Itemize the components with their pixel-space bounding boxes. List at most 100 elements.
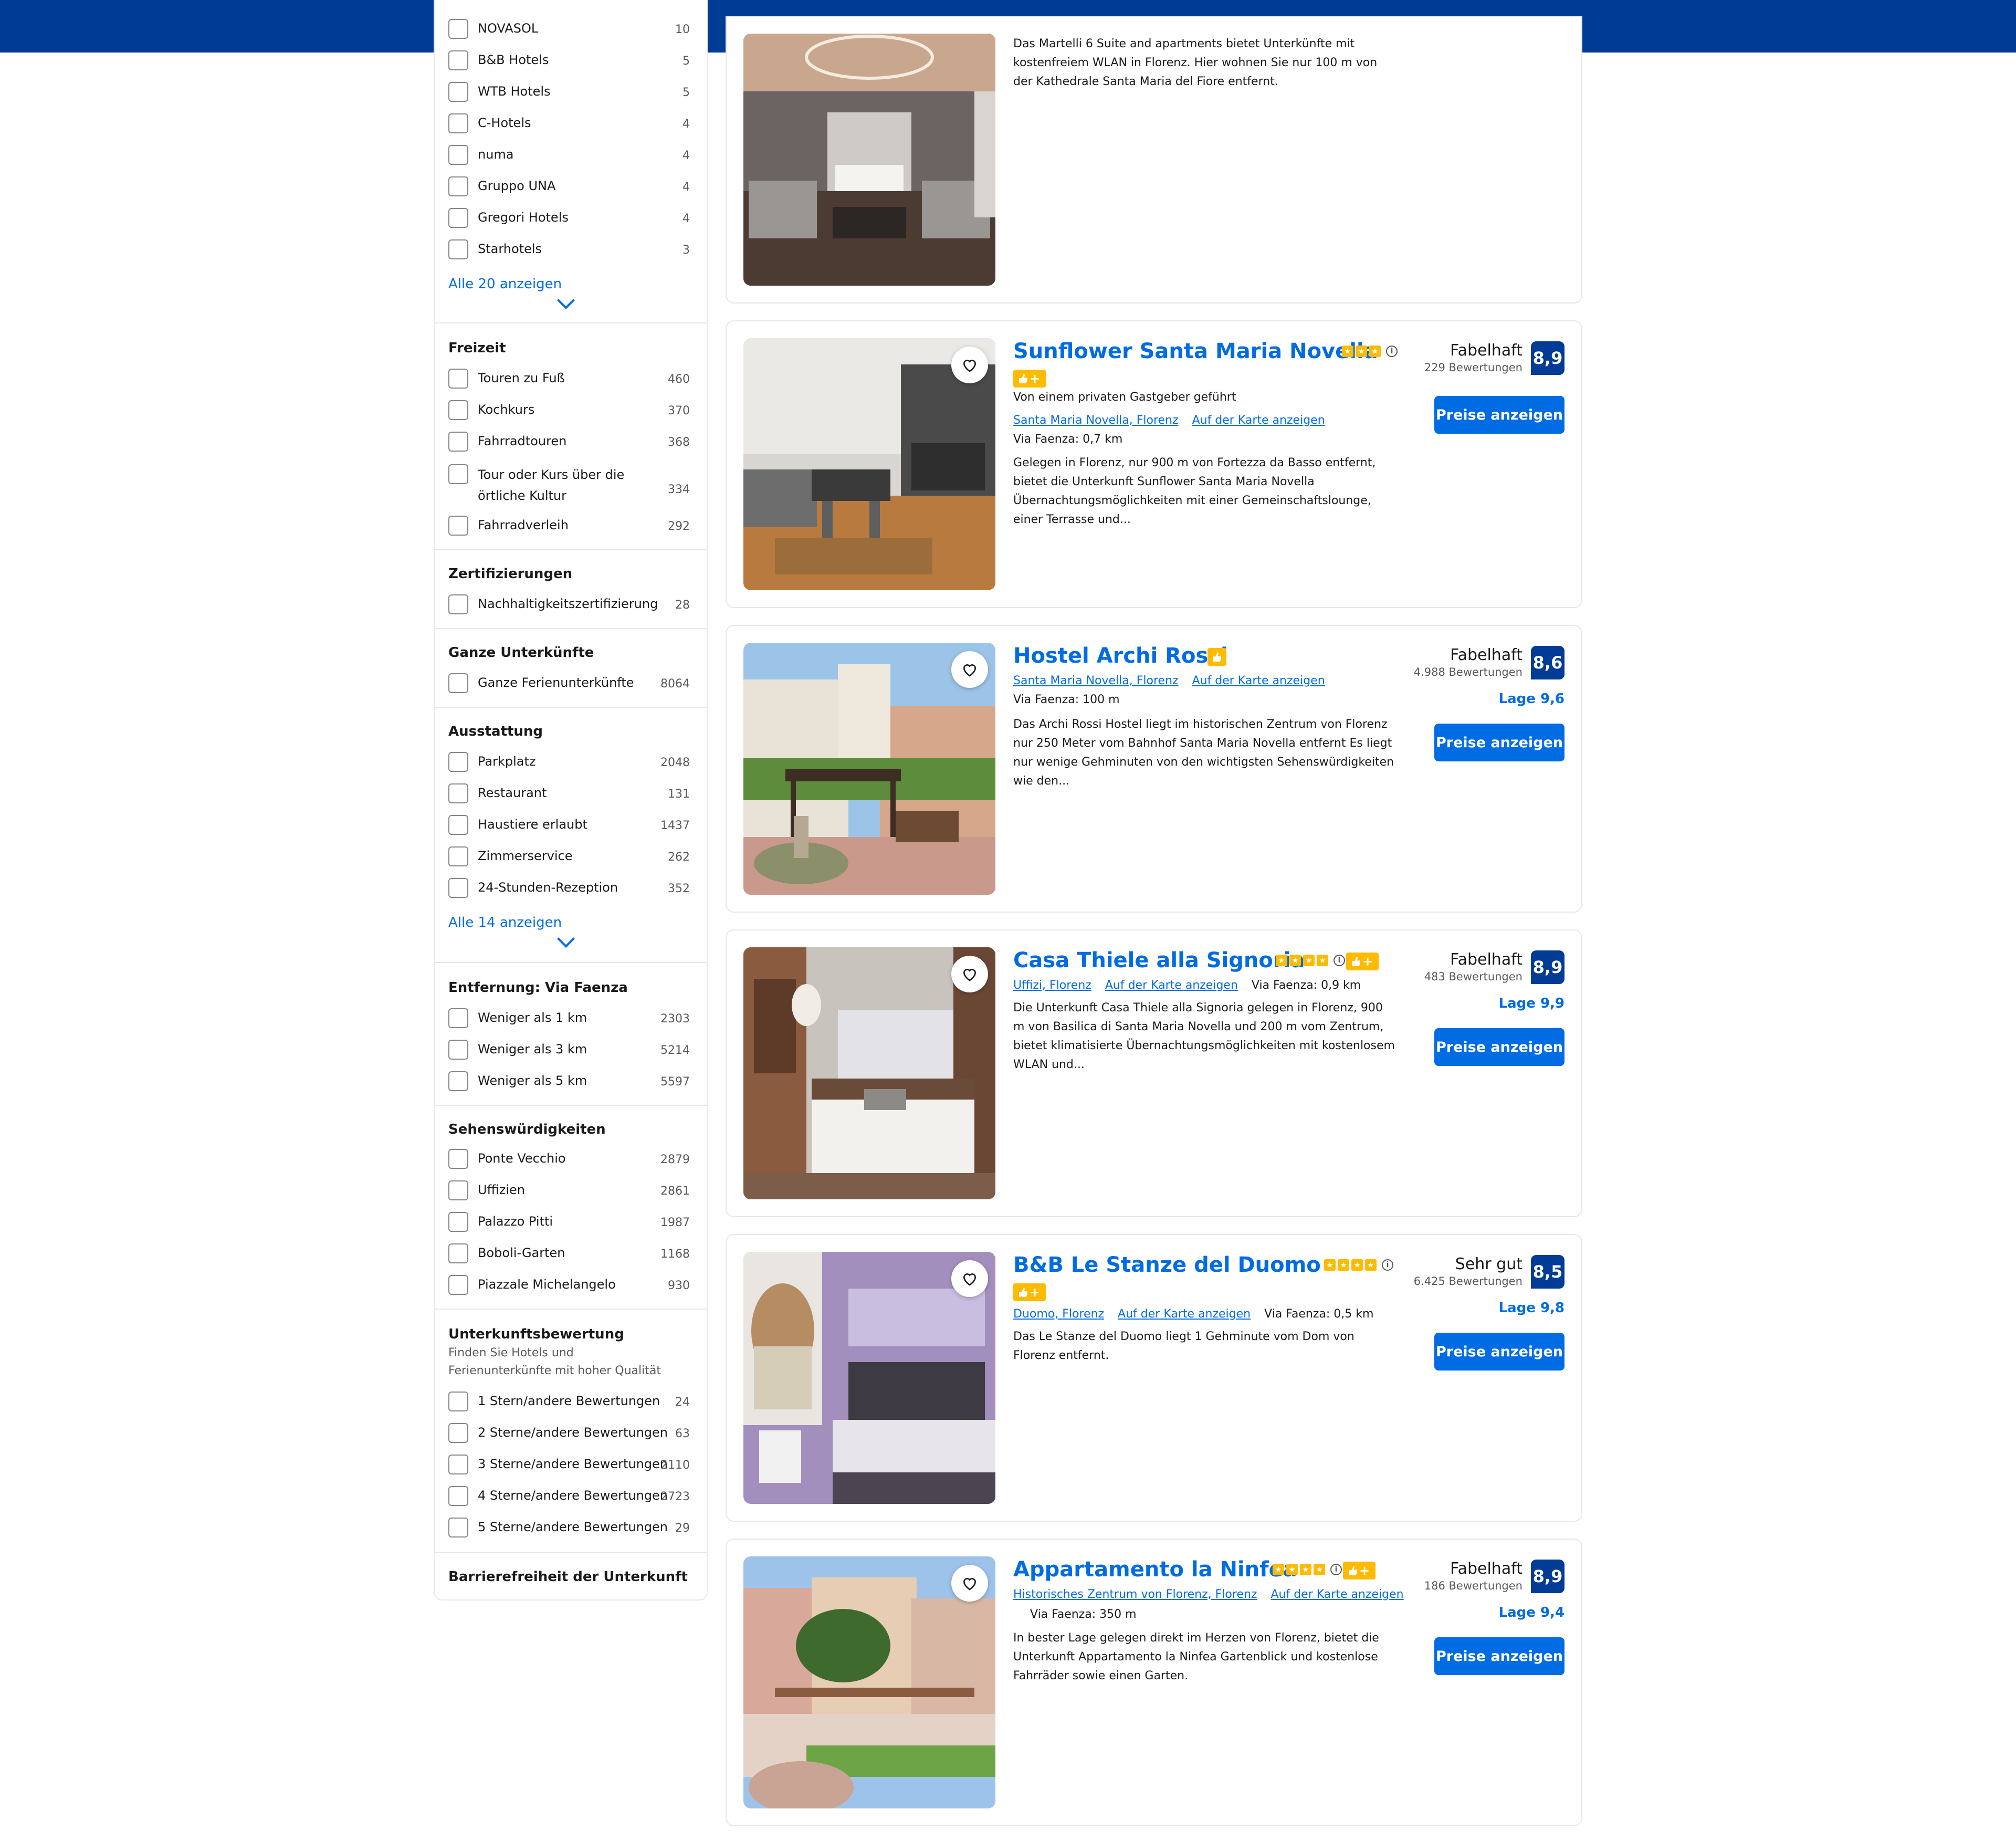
area-link[interactable]: Santa Maria Novella, Florenz <box>1013 414 1179 427</box>
filter-option[interactable]: Weniger als 3 km 5214 <box>448 1039 690 1062</box>
checkbox[interactable] <box>448 1071 468 1091</box>
show-all-amenities-link[interactable]: Alle 14 anzeigen <box>448 915 562 930</box>
filter-option[interactable]: Starhotels 3 <box>448 238 690 261</box>
map-link[interactable]: Auf der Karte anzeigen <box>1192 414 1325 427</box>
filter-option[interactable]: 2 Sterne/andere Bewertungen 63 <box>448 1422 690 1445</box>
filter-option[interactable]: Weniger als 5 km 5597 <box>448 1070 690 1093</box>
checkbox[interactable] <box>448 208 468 228</box>
checkbox[interactable] <box>448 783 468 803</box>
filter-option[interactable]: 24-Stunden-Rezeption 352 <box>448 877 690 900</box>
filter-option[interactable]: B&B Hotels 5 <box>448 49 690 72</box>
checkbox[interactable] <box>448 1518 468 1537</box>
checkbox[interactable] <box>448 673 468 693</box>
map-link[interactable]: Auf der Karte anzeigen <box>1105 979 1238 992</box>
show-prices-button[interactable]: Preise anzeigen <box>1434 396 1564 434</box>
area-link[interactable]: Duomo, Florenz <box>1013 1307 1104 1321</box>
property-title[interactable]: B&B Le Stanze del Duomo <box>1013 1253 1321 1277</box>
map-link[interactable]: Auf der Karte anzeigen <box>1270 1588 1403 1601</box>
show-prices-button[interactable]: Preise anzeigen <box>1434 724 1564 761</box>
checkbox[interactable] <box>448 846 468 866</box>
property-photo[interactable] <box>743 643 995 895</box>
info-icon[interactable]: i <box>1330 1564 1342 1575</box>
property-photo[interactable] <box>743 34 995 286</box>
filter-option[interactable]: Uffizien 2861 <box>448 1179 690 1202</box>
checkbox[interactable] <box>448 1212 468 1232</box>
heart-icon[interactable] <box>951 347 988 383</box>
property-photo[interactable] <box>743 338 995 590</box>
filter-option[interactable]: Kochkurs 370 <box>448 399 690 422</box>
property-title[interactable]: Casa Thiele alla Signoria <box>1013 948 1305 972</box>
heart-icon[interactable] <box>951 1565 988 1602</box>
checkbox[interactable] <box>448 82 468 102</box>
area-link[interactable]: Santa Maria Novella, Florenz <box>1013 674 1179 687</box>
filter-option[interactable]: Nachhaltigkeitszertifizierung 28 <box>448 593 690 616</box>
filter-option[interactable]: NOVASOL 10 <box>448 18 690 41</box>
checkbox[interactable] <box>448 1008 468 1028</box>
checkbox[interactable] <box>448 369 468 389</box>
property-title[interactable]: Appartamento la Ninfea <box>1013 1557 1297 1582</box>
info-icon[interactable]: i <box>1334 955 1345 966</box>
checkbox[interactable] <box>448 1275 468 1295</box>
heart-icon[interactable] <box>951 651 988 688</box>
map-link[interactable]: Auf der Karte anzeigen <box>1192 674 1325 687</box>
checkbox[interactable] <box>448 145 468 165</box>
checkbox[interactable] <box>448 113 468 133</box>
checkbox[interactable] <box>448 1455 468 1474</box>
show-prices-button[interactable]: Preise anzeigen <box>1434 1028 1564 1066</box>
property-photo[interactable] <box>743 1556 995 1808</box>
property-title[interactable]: Hostel Archi Rossi <box>1013 644 1228 668</box>
filter-option[interactable]: Boboli-Garten 1168 <box>448 1242 690 1265</box>
checkbox[interactable] <box>448 464 468 484</box>
filter-option[interactable]: 4 Sterne/andere Bewertungen 2723 <box>448 1485 690 1508</box>
filter-option[interactable]: Ponte Vecchio 2879 <box>448 1148 690 1171</box>
heart-icon[interactable] <box>951 1260 988 1297</box>
checkbox[interactable] <box>448 1243 468 1263</box>
filter-option[interactable]: 5 Sterne/andere Bewertungen 29 <box>448 1516 690 1540</box>
filter-option[interactable]: 1 Stern/andere Bewertungen 24 <box>448 1390 690 1414</box>
filter-option[interactable]: Fahrradtouren 368 <box>448 431 690 454</box>
chevron-down-icon[interactable] <box>557 291 575 309</box>
checkbox[interactable] <box>448 1392 468 1411</box>
checkbox[interactable] <box>448 815 468 835</box>
filter-option[interactable]: Parkplatz 2048 <box>448 751 690 774</box>
property-title[interactable]: Sunflower Santa Maria Novella <box>1013 339 1378 363</box>
checkbox[interactable] <box>448 1423 468 1443</box>
map-link[interactable]: Auf der Karte anzeigen <box>1118 1307 1251 1321</box>
area-link[interactable]: Uffizi, Florenz <box>1013 979 1091 992</box>
show-all-chains-link[interactable]: Alle 20 anzeigen <box>448 276 562 292</box>
checkbox[interactable] <box>448 19 468 39</box>
filter-option[interactable]: C-Hotels 4 <box>448 112 690 135</box>
checkbox[interactable] <box>448 878 468 898</box>
checkbox[interactable] <box>448 50 468 70</box>
info-icon[interactable]: i <box>1382 1259 1393 1271</box>
filter-option[interactable]: WTB Hotels 5 <box>448 81 690 104</box>
info-icon[interactable]: i <box>1386 346 1398 357</box>
checkbox[interactable] <box>448 1040 468 1060</box>
show-prices-button[interactable]: Preise anzeigen <box>1434 1333 1564 1371</box>
checkbox[interactable] <box>448 516 468 536</box>
filter-option[interactable]: 3 Sterne/andere Bewertungen 2110 <box>448 1453 690 1477</box>
filter-option[interactable]: Piazzale Michelangelo 930 <box>448 1274 690 1297</box>
property-photo[interactable] <box>743 947 995 1199</box>
filter-option[interactable]: Tour oder Kurs über die örtliche Kultur 3… <box>448 464 690 503</box>
checkbox[interactable] <box>448 1149 468 1169</box>
filter-option[interactable]: Palazzo Pitti 1987 <box>448 1211 690 1234</box>
filter-option[interactable]: Haustiere erlaubt 1437 <box>448 814 690 837</box>
filter-option[interactable]: Restaurant 131 <box>448 782 690 806</box>
checkbox[interactable] <box>448 752 468 772</box>
filter-option[interactable]: Gruppo UNA 4 <box>448 175 690 198</box>
filter-heading[interactable]: Barrierefreiheit der Unterkunft <box>448 1569 688 1585</box>
chevron-down-icon[interactable] <box>557 930 575 948</box>
show-prices-button[interactable]: Preise anzeigen <box>1434 1637 1564 1675</box>
checkbox[interactable] <box>448 239 468 259</box>
checkbox[interactable] <box>448 594 468 614</box>
filter-option[interactable]: Zimmerservice 262 <box>448 845 690 869</box>
checkbox[interactable] <box>448 176 468 196</box>
filter-option[interactable]: Touren zu Fuß 460 <box>448 368 690 391</box>
heart-icon[interactable] <box>951 956 988 992</box>
filter-option[interactable]: numa 4 <box>448 144 690 167</box>
filter-option[interactable]: Ganze Ferienunterkünfte 8064 <box>448 672 690 695</box>
property-photo[interactable] <box>743 1252 995 1504</box>
checkbox[interactable] <box>448 400 468 420</box>
filter-option[interactable]: Weniger als 1 km 2303 <box>448 1007 690 1030</box>
